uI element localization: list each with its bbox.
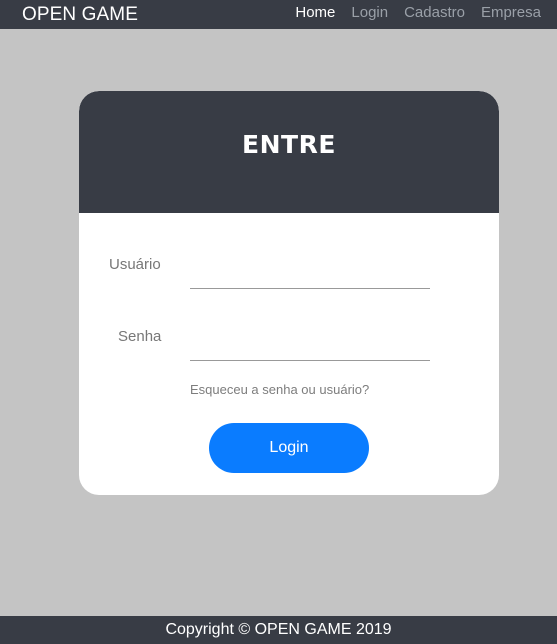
forgot-credentials-link[interactable]: Esqueceu a senha ou usuário? [190,382,369,398]
nav-link-home[interactable]: Home [295,4,335,22]
top-navbar: OPEN GAME Home Login Cadastro Empresa [0,0,557,29]
login-card-header: ENTRE [79,91,499,213]
copyright-text: Copyright © OPEN GAME 2019 [165,621,392,638]
login-button[interactable]: Login [209,423,369,473]
nav-link-cadastro[interactable]: Cadastro [404,4,465,22]
username-label: Usuário [109,256,161,273]
password-input[interactable] [190,336,430,361]
username-input[interactable] [190,264,430,289]
login-card: ENTRE Usuário Senha Esqueceu a senha ou … [79,91,499,495]
nav-link-empresa[interactable]: Empresa [481,4,541,22]
main-navigation: Home Login Cadastro Empresa [295,4,541,22]
brand-logo[interactable]: OPEN GAME [22,4,138,25]
login-title: ENTRE [242,130,336,160]
page-footer: Copyright © OPEN GAME 2019 [0,616,557,644]
password-label: Senha [118,328,162,345]
nav-link-login[interactable]: Login [351,4,388,22]
